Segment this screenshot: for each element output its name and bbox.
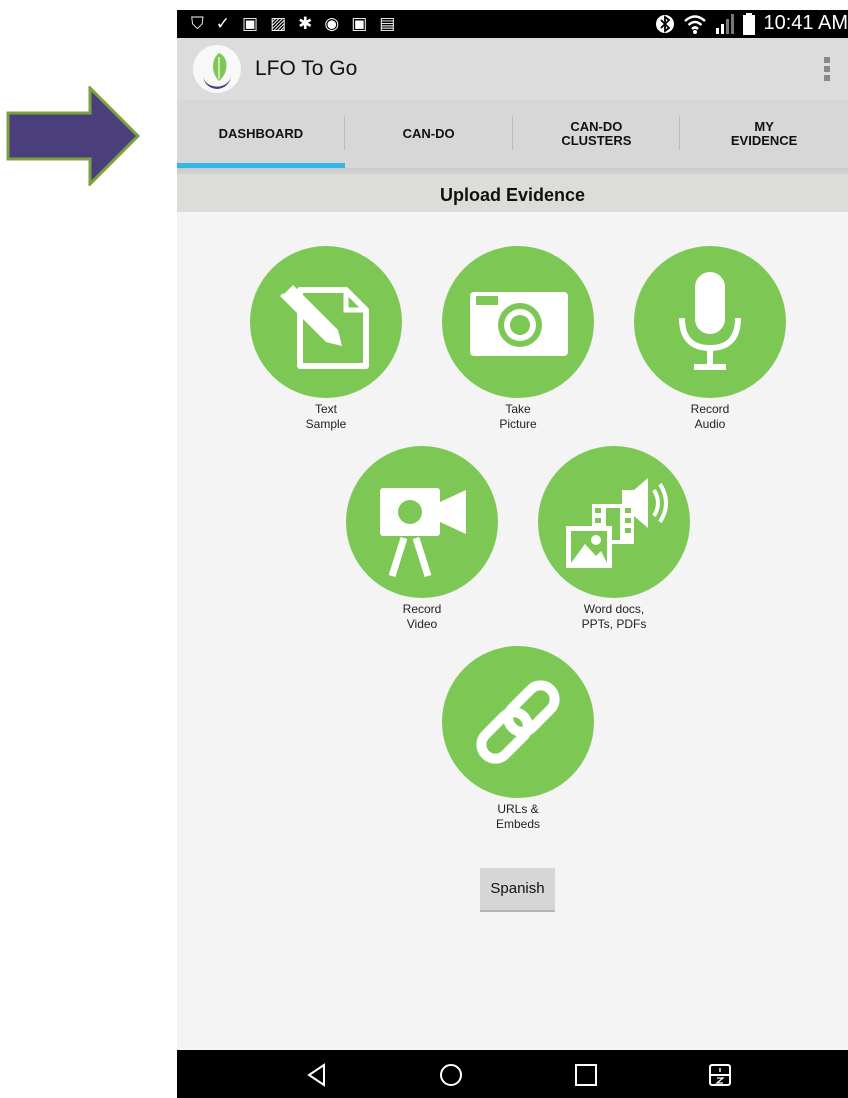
wifi-icon	[684, 14, 707, 34]
status-time: 10:41 AM	[763, 12, 848, 34]
record-audio-button[interactable]: Record Audio	[634, 246, 786, 432]
media-files-icon	[566, 478, 668, 568]
signal-icon	[716, 13, 735, 34]
option-label: URLs & Embeds	[495, 802, 541, 831]
section-title: Upload Evidence	[177, 174, 848, 212]
bug-icon: ✱	[298, 14, 313, 34]
app-title: LFO To Go	[255, 57, 358, 80]
app-notification-icon-2: ▣	[351, 14, 368, 34]
image-icon: ▨	[270, 14, 287, 34]
tab-label: CAN-DO	[402, 126, 455, 141]
recent-apps-icon[interactable]	[573, 1062, 599, 1088]
annotation-arrow	[6, 86, 140, 186]
document-pencil-icon	[280, 279, 369, 369]
tab-label-line2: EVIDENCE	[730, 133, 798, 148]
camera-icon	[470, 292, 568, 356]
tab-label: DASHBOARD	[218, 126, 304, 141]
take-picture-button[interactable]: Take Picture	[442, 246, 594, 432]
status-bar: ⛉ ✓ ▣ ▨ ✱ ◉ ▣ ▤ 10:41 AM	[177, 10, 848, 38]
urls-embeds-button[interactable]: URLs & Embeds	[442, 646, 594, 832]
option-label: Text Sample	[305, 402, 347, 431]
option-label: Word docs, PPTs, PDFs	[581, 602, 647, 631]
option-label: Record Audio	[690, 402, 730, 431]
tab-dashboard[interactable]: DASHBOARD	[177, 100, 345, 168]
option-label: Record Video	[402, 602, 442, 631]
option-label: Take Picture	[499, 402, 537, 431]
tab-bar: DASHBOARD CAN-DO CAN-DO CLUSTERS MY EVID…	[177, 100, 848, 168]
tab-label-line2: CLUSTERS	[561, 133, 632, 148]
message-icon: ▤	[379, 14, 396, 34]
documents-button[interactable]: Word docs, PPTs, PDFs	[538, 446, 690, 632]
back-icon[interactable]	[304, 1062, 330, 1088]
app-notification-icon: ▣	[242, 14, 259, 34]
navigation-bar	[177, 1050, 848, 1098]
tab-my-evidence[interactable]: MY EVIDENCE	[680, 100, 848, 168]
link-icon	[476, 680, 560, 764]
home-icon[interactable]	[438, 1062, 464, 1088]
app-logo-icon	[193, 45, 241, 93]
record-video-button[interactable]: Record Video	[346, 446, 498, 632]
device-screen: ⛉ ✓ ▣ ▨ ✱ ◉ ▣ ▤ 10:41 AM LFO To Go DASHB…	[177, 10, 848, 1098]
microphone-icon	[679, 272, 741, 370]
tab-label-line1: CAN-DO	[570, 119, 623, 134]
spanish-button[interactable]: Spanish	[480, 868, 555, 912]
wifi-notification-icon: ◉	[324, 14, 340, 34]
overflow-menu-icon[interactable]	[822, 56, 832, 82]
check-icon: ✓	[215, 14, 230, 34]
tab-can-do-clusters[interactable]: CAN-DO CLUSTERS	[513, 100, 681, 168]
video-camera-icon	[380, 488, 466, 578]
tab-can-do[interactable]: CAN-DO	[345, 100, 513, 168]
app-bar: LFO To Go	[177, 38, 848, 100]
battery-icon	[743, 12, 756, 35]
tab-label-line1: MY	[754, 119, 774, 134]
bluetooth-icon	[656, 14, 675, 33]
dual-window-icon[interactable]	[707, 1062, 733, 1088]
text-sample-button[interactable]: Text Sample	[250, 246, 402, 432]
shield-icon: ⛉	[191, 14, 204, 34]
